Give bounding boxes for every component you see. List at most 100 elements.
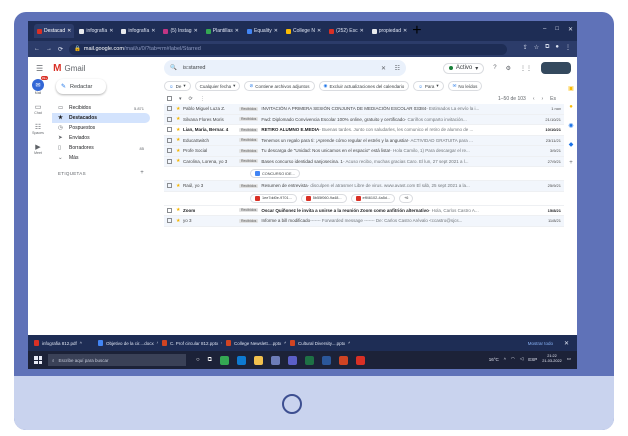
clock[interactable]: 21:22 21-03-2022 <box>542 354 561 364</box>
chrome-menu-icon[interactable]: ⋮ <box>565 44 571 51</box>
star-icon[interactable]: ★ <box>176 137 183 143</box>
star-icon[interactable]: ★ <box>176 148 183 154</box>
close-icon[interactable]: ✕ <box>568 26 573 33</box>
new-tab-button[interactable]: + <box>412 22 421 40</box>
keep-icon[interactable]: ● <box>569 104 573 110</box>
rail-item-mail[interactable]: ✉ 99+ Mail <box>32 76 48 95</box>
download-item[interactable]: Cultural Diversity....pptx ^ <box>290 340 350 346</box>
row-checkbox[interactable] <box>167 106 172 112</box>
chevron-up-icon[interactable]: ^ <box>348 341 350 346</box>
filter-chip[interactable]: ☺ De ▾ <box>164 81 191 91</box>
table-row[interactable]: ★ Pablo Miguel Luza Z. Recibidos INVITACIÓN… <box>164 104 564 115</box>
download-item[interactable]: infografia 812.pdf ^ <box>34 340 94 346</box>
download-item[interactable]: College Newslett....pptx ^ <box>226 340 286 346</box>
task-view-icon[interactable]: ⧉ <box>208 357 212 364</box>
language-label[interactable]: Es <box>550 96 556 102</box>
calendar-icon[interactable]: ▣ <box>568 85 574 92</box>
hamburger-menu-icon[interactable]: ☰ <box>36 64 43 73</box>
row-checkbox[interactable] <box>167 183 172 189</box>
taskbar-search-input[interactable]: ⌕ Escribe aquí para buscar <box>48 354 186 366</box>
browser-tab[interactable]: (252) Esc ✕ <box>326 24 367 38</box>
search-icon[interactable]: 🔍 <box>170 65 177 71</box>
prev-page-icon[interactable]: ‹ <box>533 96 535 102</box>
tray-arrow-icon[interactable]: ^ <box>504 357 506 362</box>
row-checkbox[interactable] <box>167 116 172 122</box>
table-row[interactable]: ★ Raúl, yo 3 Recibidos Resumen de entrevist… <box>164 181 564 192</box>
browser-tab[interactable]: Equality ✕ <box>244 24 281 38</box>
table-row[interactable]: ★ Lian, María, Bernar. 4 Recibidos RETIRO A… <box>164 125 564 136</box>
table-row[interactable]: ★ yo 3 Recibidos Informe a bill modificado … <box>164 216 564 227</box>
excel-icon[interactable] <box>304 355 314 365</box>
select-all-checkbox[interactable] <box>167 96 172 101</box>
contacts-icon[interactable]: ◆ <box>569 141 574 148</box>
browser-tab[interactable]: (5) Instag ✕ <box>160 24 200 38</box>
row-checkbox[interactable] <box>167 218 172 224</box>
close-tab-icon[interactable]: ✕ <box>403 28 407 34</box>
star-icon[interactable]: ★ <box>176 106 183 112</box>
attachment-chip[interactable]: eff46102-4a5d... <box>350 193 396 203</box>
file-explorer-icon[interactable] <box>253 355 263 365</box>
row-checkbox[interactable] <box>167 207 172 213</box>
chevron-up-icon[interactable]: ^ <box>284 341 286 346</box>
share-icon[interactable]: ⇪ <box>523 44 528 51</box>
gmail-logo[interactable]: M Gmail <box>53 63 85 74</box>
chevron-up-icon[interactable]: ^ <box>80 341 82 346</box>
close-tab-icon[interactable]: ✕ <box>317 28 321 34</box>
chrome-icon[interactable] <box>219 355 229 365</box>
refresh-icon[interactable]: ⟳ <box>189 96 193 102</box>
store-icon[interactable] <box>270 355 280 365</box>
tasks-icon[interactable]: ◉ <box>568 122 573 129</box>
browser-tab[interactable]: infografía ✕ <box>118 24 158 38</box>
bookmark-icon[interactable]: ☆ <box>534 44 539 51</box>
reload-icon[interactable]: ⟳ <box>58 46 63 53</box>
nav-item-enviados[interactable]: ➤ Enviados <box>52 133 150 143</box>
next-page-icon[interactable]: › <box>541 96 543 102</box>
attachment-chip[interactable]: 5b55f060-9a48... <box>300 193 347 203</box>
rail-item-meet[interactable]: ▶ Meet <box>34 143 42 155</box>
table-row[interactable]: ★ Zoom Recibidos Oscar Quiñonez le invita a… <box>164 206 564 216</box>
account-avatar[interactable] <box>541 62 571 74</box>
apps-grid-icon[interactable]: ⋮⋮ <box>520 65 532 72</box>
minimize-icon[interactable]: – <box>543 26 546 33</box>
nav-item-recibidos[interactable]: ▭ Recibidos 5.871 <box>52 103 150 113</box>
filter-chip[interactable]: ⊘ Contiene archivos adjuntos <box>244 81 315 91</box>
url-field[interactable]: 🔒 mail.google.com/mail/u/0/?tab=rm#label… <box>69 43 507 55</box>
close-tab-icon[interactable]: ✕ <box>274 28 278 34</box>
notifications-icon[interactable]: ▭ <box>567 356 571 362</box>
filter-chip[interactable]: ☺ Para ▾ <box>413 81 444 91</box>
filter-chip[interactable]: ◉ Excluir actualizaciones del calendario <box>318 81 410 91</box>
close-tab-icon[interactable]: ✕ <box>67 28 71 34</box>
browser-tab[interactable]: College N ✕ <box>283 24 324 38</box>
forward-icon[interactable]: → <box>46 46 52 52</box>
row-checkbox[interactable] <box>167 127 172 133</box>
word-icon[interactable] <box>321 355 331 365</box>
home-button[interactable] <box>282 394 302 414</box>
teams-icon[interactable] <box>287 355 297 365</box>
star-icon[interactable]: ★ <box>176 116 183 122</box>
chevron-up-icon[interactable]: ^ <box>221 341 222 346</box>
attachment-chip[interactable]: 1ee7dd0e-9701... <box>250 193 297 203</box>
star-icon[interactable]: ★ <box>176 127 183 133</box>
rail-item-spaces[interactable]: ☷ Spaces <box>32 123 44 135</box>
add-addon-icon[interactable]: + <box>569 160 573 166</box>
close-tab-icon[interactable]: ✕ <box>360 28 364 34</box>
show-all-downloads-button[interactable]: Mostrar todo <box>528 341 553 346</box>
browser-tab[interactable]: propiedad ✕ <box>369 24 410 38</box>
filter-chip[interactable]: Cualquier fecha ▾ <box>194 81 241 91</box>
settings-icon[interactable]: ⚙ <box>506 65 511 72</box>
add-label-icon[interactable]: + <box>140 170 144 176</box>
cortana-icon[interactable]: ○ <box>196 357 200 363</box>
close-tab-icon[interactable]: ✕ <box>194 28 198 34</box>
rail-item-chat[interactable]: ▭ Chat <box>34 103 41 115</box>
table-row[interactable]: ★ Silvana Flores Moris Recibidos Fwd: Diplo… <box>164 114 564 125</box>
weather-text[interactable]: 16°C <box>489 357 499 362</box>
star-icon[interactable]: ★ <box>176 183 183 189</box>
nav-item-más[interactable]: ⌄ Más <box>52 153 150 163</box>
wifi-icon[interactable]: ◠ <box>511 356 515 362</box>
nav-item-borradores[interactable]: ▯ Borradores 85 <box>52 143 150 153</box>
close-tab-icon[interactable]: ✕ <box>235 28 239 34</box>
back-icon[interactable]: ← <box>34 46 40 52</box>
volume-icon[interactable]: ◁ <box>520 356 523 362</box>
profile-icon[interactable]: ● <box>555 44 559 51</box>
table-row[interactable]: ★ Carolina, Lorena, yo 3 Recibidos Bases co… <box>164 156 564 167</box>
